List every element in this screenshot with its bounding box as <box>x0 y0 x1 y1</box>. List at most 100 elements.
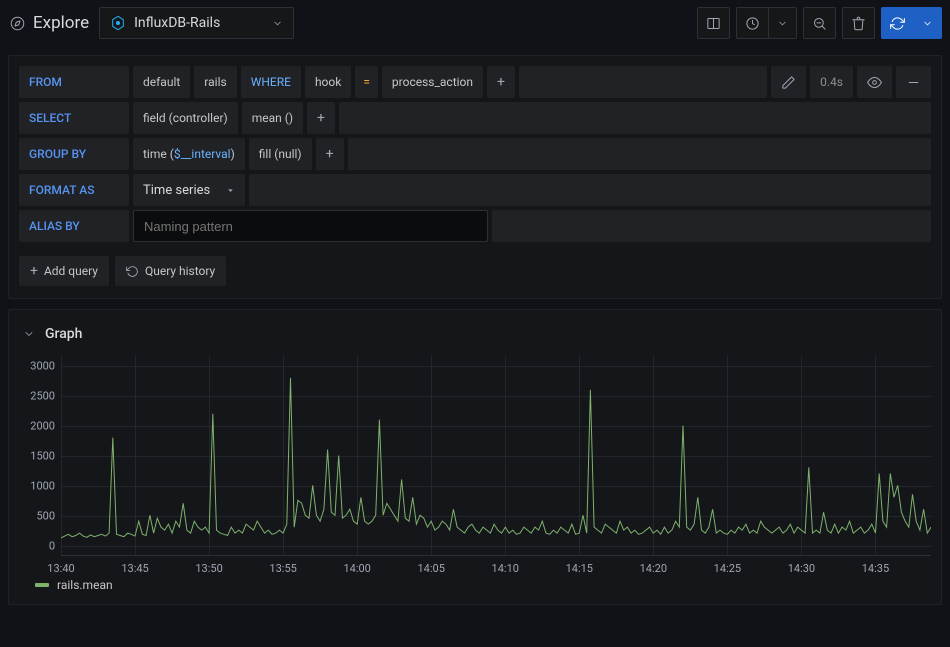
row-filler <box>339 102 931 134</box>
query-history-button[interactable]: Query history <box>115 256 226 286</box>
legend-swatch <box>35 583 49 587</box>
x-tick-label: 14:35 <box>862 562 889 575</box>
groupby-time-var: $__interval <box>174 147 231 161</box>
x-tick-label: 14:25 <box>714 562 741 575</box>
x-tick-label: 13:45 <box>121 562 148 575</box>
split-pane-icon <box>706 16 721 31</box>
select-field-segment[interactable]: field (controller) <box>133 102 238 134</box>
groupby-time-pre: time ( <box>143 147 174 161</box>
clear-button[interactable] <box>842 7 875 39</box>
minus-icon <box>906 75 921 90</box>
where-add-button[interactable]: + <box>487 66 515 98</box>
time-range-button[interactable] <box>736 7 768 39</box>
compass-icon <box>10 16 25 31</box>
alias-keyword: ALIAS BY <box>19 210 129 242</box>
chart-header[interactable]: Graph <box>19 318 931 350</box>
groupby-time-segment[interactable]: time ($__interval) <box>133 138 245 170</box>
split-button[interactable] <box>697 7 730 39</box>
remove-query-button[interactable] <box>896 66 931 98</box>
from-row: FROM default rails WHERE hook = process_… <box>19 66 931 98</box>
series-line <box>61 378 931 538</box>
time-range-caret-button[interactable] <box>768 7 797 39</box>
format-row: FORMAT AS Time series <box>19 174 931 206</box>
y-tick-label: 500 <box>36 510 55 523</box>
datasource-picker[interactable]: InfluxDB-Rails <box>99 7 294 39</box>
chart-svg <box>61 356 931 555</box>
query-exec-time: 0.4s <box>810 66 853 98</box>
y-tick-label: 3000 <box>30 360 55 373</box>
groupby-row: GROUP BY time ($__interval) fill (null) … <box>19 138 931 170</box>
time-range-button-group <box>736 7 797 39</box>
where-value-segment[interactable]: process_action <box>382 66 483 98</box>
select-row: SELECT field (controller) mean () + <box>19 102 931 134</box>
where-operator-segment[interactable]: = <box>355 66 378 98</box>
content-area: FROM default rails WHERE hook = process_… <box>0 47 950 613</box>
format-select[interactable]: Time series <box>133 174 245 206</box>
format-select-value: Time series <box>143 183 210 198</box>
y-tick-label: 1500 <box>30 450 55 463</box>
header-toolbar <box>697 7 942 39</box>
query-rows: FROM default rails WHERE hook = process_… <box>19 66 931 242</box>
groupby-fill-segment[interactable]: fill (null) <box>249 138 312 170</box>
groupby-time-post: ) <box>231 147 235 161</box>
from-policy-segment[interactable]: default <box>133 66 190 98</box>
format-keyword: FORMAT AS <box>19 174 129 206</box>
query-history-label: Query history <box>145 264 215 278</box>
header-bar: Explore InfluxDB-Rails <box>0 0 950 47</box>
select-add-button[interactable]: + <box>307 102 335 134</box>
select-keyword: SELECT <box>19 102 129 134</box>
y-tick-label: 2500 <box>30 390 55 403</box>
run-interval-button[interactable] <box>913 7 942 39</box>
chart-plot[interactable] <box>61 356 931 556</box>
from-measurement-segment[interactable]: rails <box>194 66 236 98</box>
alias-row: ALIAS BY <box>19 210 931 242</box>
chart-title: Graph <box>45 326 82 342</box>
row-filler <box>519 66 767 98</box>
chart-area: 050010001500200025003000 <box>19 356 931 556</box>
y-tick-label: 1000 <box>30 480 55 493</box>
clock-icon <box>745 16 760 31</box>
add-query-button[interactable]: + Add query <box>19 256 109 286</box>
zoom-out-icon <box>812 16 827 31</box>
history-icon <box>126 265 139 278</box>
chevron-down-icon <box>272 18 283 29</box>
where-field-segment[interactable]: hook <box>305 66 351 98</box>
run-query-button[interactable] <box>881 7 913 39</box>
y-axis: 050010001500200025003000 <box>19 356 61 556</box>
chevron-down-icon <box>23 328 35 340</box>
groupby-keyword: GROUP BY <box>19 138 129 170</box>
chart-legend[interactable]: rails.mean <box>35 578 931 592</box>
x-tick-label: 13:55 <box>269 562 296 575</box>
pencil-icon <box>781 75 796 90</box>
chart-panel: Graph 050010001500200025003000 13:4013:4… <box>8 309 942 605</box>
toggle-editor-button[interactable] <box>771 66 806 98</box>
legend-label: rails.mean <box>57 578 113 592</box>
run-button-group <box>881 7 942 39</box>
plus-icon: + <box>30 263 38 279</box>
add-query-label: Add query <box>44 264 98 278</box>
zoom-out-button[interactable] <box>803 7 836 39</box>
x-tick-label: 13:50 <box>195 562 222 575</box>
alias-input[interactable] <box>144 219 477 234</box>
eye-icon <box>867 75 882 90</box>
trash-icon <box>851 16 866 31</box>
refresh-icon <box>890 16 905 31</box>
page-title: Explore <box>10 13 89 33</box>
chevron-down-icon <box>922 18 933 29</box>
chevron-down-icon <box>777 18 788 29</box>
x-tick-label: 13:40 <box>47 562 74 575</box>
alias-input-wrapper <box>133 210 488 242</box>
query-actions: + Add query Query history <box>19 256 931 286</box>
page-title-text: Explore <box>33 13 89 33</box>
select-agg-segment[interactable]: mean () <box>242 102 303 134</box>
x-tick-label: 14:30 <box>788 562 815 575</box>
groupby-add-button[interactable]: + <box>316 138 344 170</box>
row-filler <box>348 138 931 170</box>
x-tick-label: 14:05 <box>418 562 445 575</box>
toggle-visibility-button[interactable] <box>857 66 892 98</box>
x-tick-label: 14:20 <box>640 562 667 575</box>
x-tick-label: 14:10 <box>492 562 519 575</box>
query-panel: FROM default rails WHERE hook = process_… <box>8 55 942 299</box>
y-tick-label: 0 <box>49 540 55 553</box>
query-row-actions: 0.4s <box>771 66 931 98</box>
